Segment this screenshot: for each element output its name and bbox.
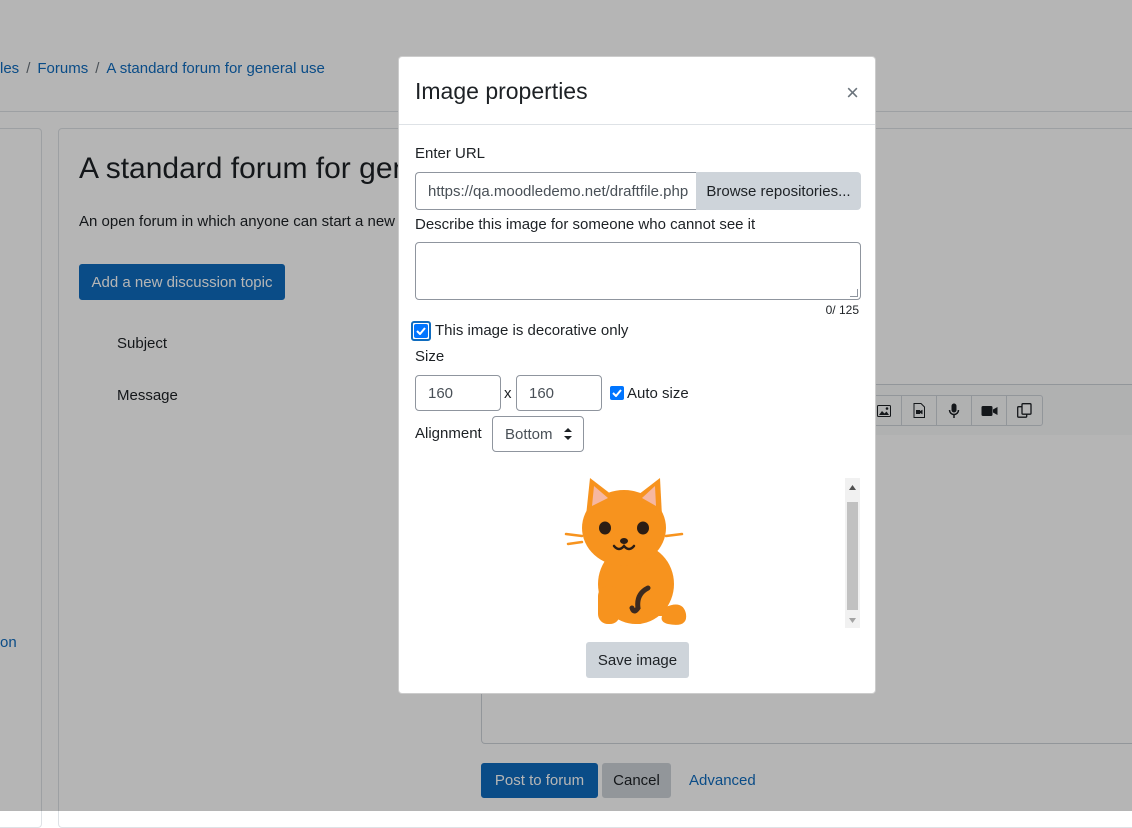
url-input[interactable]: https://qa.moodledemo.net/draftfile.php (415, 172, 696, 210)
dialog-header: Image properties × (399, 57, 875, 125)
decorative-label[interactable]: This image is decorative only (435, 322, 628, 339)
select-arrows-icon (564, 428, 572, 440)
scroll-down-icon[interactable] (845, 613, 860, 627)
url-input-group: https://qa.moodledemo.net/draftfile.php … (415, 172, 861, 210)
preview-scrollbar[interactable] (845, 478, 860, 628)
alignment-select[interactable]: Bottom (492, 416, 584, 452)
alt-text-textarea[interactable] (415, 242, 861, 300)
width-input[interactable]: 160 (415, 375, 501, 411)
resize-handle[interactable] (850, 289, 858, 297)
size-label: Size (415, 348, 445, 365)
url-label: Enter URL (415, 145, 486, 162)
alignment-label: Alignment (415, 425, 482, 442)
auto-size-checkbox[interactable] (610, 386, 624, 400)
auto-size-label[interactable]: Auto size (627, 385, 689, 402)
alignment-value: Bottom (505, 425, 553, 443)
close-icon[interactable]: × (846, 82, 859, 104)
scrollbar-thumb[interactable] (847, 502, 858, 610)
save-image-button[interactable]: Save image (586, 642, 689, 678)
browse-repositories-button[interactable]: Browse repositories... (696, 172, 861, 210)
scroll-up-icon[interactable] (845, 480, 860, 494)
image-preview (415, 478, 861, 628)
cat-image (564, 478, 687, 625)
size-separator: x (504, 385, 512, 402)
checkmark-icon (414, 324, 428, 338)
dialog-title: Image properties (415, 78, 588, 104)
alt-text-label: Describe this image for someone who cann… (415, 216, 756, 233)
height-input[interactable]: 160 (516, 375, 602, 411)
decorative-checkbox[interactable] (411, 321, 431, 341)
character-count: 0/ 125 (825, 303, 859, 317)
image-properties-dialog: Image properties × Enter URL https://qa.… (398, 56, 876, 694)
